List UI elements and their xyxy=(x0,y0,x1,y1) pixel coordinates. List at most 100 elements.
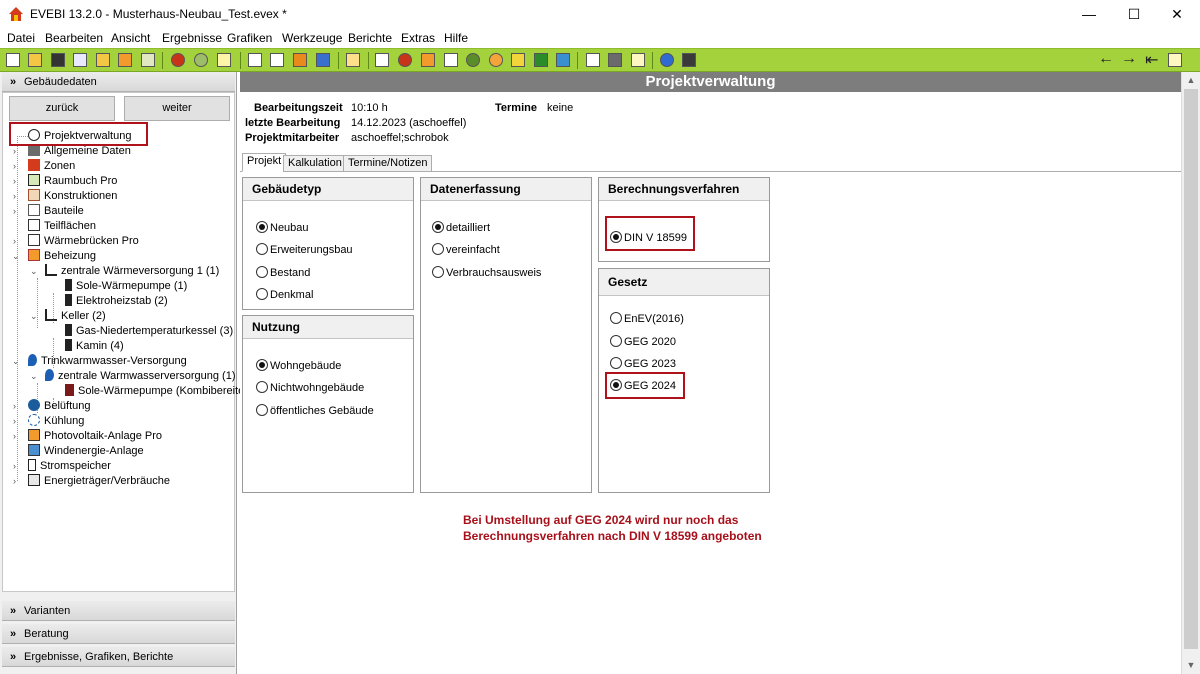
menu-datei[interactable]: Datei xyxy=(7,31,35,45)
radio-detailliert[interactable]: detailliert xyxy=(432,221,490,234)
tree-item-windenergie[interactable]: Windenergie-Anlage xyxy=(28,444,144,458)
radio-geg-2020[interactable]: GEG 2020 xyxy=(610,335,676,348)
map-icon[interactable] xyxy=(556,53,570,67)
menu-ansicht[interactable]: Ansicht xyxy=(111,31,150,45)
tree-item-teilflaechen[interactable]: Teilflächen xyxy=(28,219,96,233)
menu-berichte[interactable]: Berichte xyxy=(348,31,392,45)
collapse-icon[interactable]: ⌄ xyxy=(12,251,20,262)
pin-arrow-icon[interactable]: ⇤ xyxy=(1145,50,1158,70)
menu-hilfe[interactable]: Hilfe xyxy=(444,31,468,45)
expand-icon[interactable]: › xyxy=(13,146,16,156)
window-icon[interactable] xyxy=(421,53,435,67)
back-button[interactable]: zurück xyxy=(9,96,115,121)
expand-icon[interactable]: › xyxy=(13,161,16,171)
expand-icon[interactable]: › xyxy=(13,176,16,186)
tree-item-kamin[interactable]: Kamin (4) xyxy=(65,339,124,353)
tab-kalkulation[interactable]: Kalkulation xyxy=(283,155,347,172)
maximize-button[interactable]: ☐ xyxy=(1111,0,1157,29)
tree-item-belueftung[interactable]: Belüftung xyxy=(28,399,90,413)
menu-bearbeiten[interactable]: Bearbeiten xyxy=(45,31,103,45)
copy-icon[interactable] xyxy=(73,53,87,67)
radio-enev-2016[interactable]: EnEV(2016) xyxy=(610,312,684,325)
tree-item-gas-niedertemperaturkessel[interactable]: Gas-Niedertemperaturkessel (3) xyxy=(65,324,233,338)
expand-icon[interactable]: › xyxy=(13,401,16,411)
scrollbar-thumb[interactable] xyxy=(1184,89,1198,649)
expand-icon[interactable]: › xyxy=(13,236,16,246)
tree-item-zentrale-waermeversorgung[interactable]: zentrale Wärmeversorgung 1 (1) xyxy=(45,264,219,278)
radio-verbrauchsausweis[interactable]: Verbrauchsausweis xyxy=(432,266,541,279)
ventilation-icon[interactable] xyxy=(466,53,480,67)
radio-wohngebaeude[interactable]: Wohngebäude xyxy=(256,359,341,372)
radio-vereinfacht[interactable]: vereinfacht xyxy=(432,243,500,256)
redo-icon[interactable] xyxy=(194,53,208,67)
radio-neubau[interactable]: Neubau xyxy=(256,221,309,234)
export-icon[interactable] xyxy=(96,53,110,67)
close-button[interactable]: ✕ xyxy=(1154,0,1200,29)
tree-item-beheizung[interactable]: Beheizung xyxy=(28,249,96,263)
new-file-icon[interactable] xyxy=(6,53,20,67)
lightning-icon[interactable] xyxy=(511,53,525,67)
tree-item-bauteile[interactable]: Bauteile xyxy=(28,204,84,218)
tree-item-zentrale-warmwasserversorgung[interactable]: zentrale Warmwasserversorgung (1) xyxy=(45,369,235,383)
radio-nichtwohngebaeude[interactable]: Nichtwohngebäude xyxy=(256,381,364,394)
tree-item-energietraeger[interactable]: Energieträger/Verbräuche xyxy=(28,474,170,488)
back-arrow-icon[interactable]: ← xyxy=(1098,50,1114,68)
forward-button[interactable]: weiter xyxy=(124,96,230,121)
film-icon[interactable] xyxy=(608,53,622,67)
notes-icon[interactable] xyxy=(1168,53,1182,67)
tree-item-kuehlung[interactable]: Kühlung xyxy=(28,414,84,428)
sum-icon[interactable] xyxy=(293,53,307,67)
tree-item-zonen[interactable]: Zonen xyxy=(28,159,75,173)
report-icon[interactable] xyxy=(248,53,262,67)
expand-icon[interactable]: › xyxy=(13,461,16,471)
tree-item-konstruktionen[interactable]: Konstruktionen xyxy=(28,189,117,203)
radio-denkmal[interactable]: Denkmal xyxy=(256,288,313,301)
section-ergebnisse[interactable]: » Ergebnisse, Grafiken, Berichte xyxy=(2,647,235,667)
minimize-button[interactable]: — xyxy=(1066,0,1112,29)
collapse-icon[interactable]: ⌄ xyxy=(30,371,38,382)
tree-icon[interactable] xyxy=(346,53,360,67)
menu-werkzeuge[interactable]: Werkzeuge xyxy=(282,31,342,45)
tree-item-waermebruecken-pro[interactable]: Wärmebrücken Pro xyxy=(28,234,139,248)
tab-projekt[interactable]: Projekt xyxy=(242,153,287,172)
expand-icon[interactable]: › xyxy=(13,206,16,216)
radio-oeffentliches-gebaeude[interactable]: öffentliches Gebäude xyxy=(256,404,374,417)
house-green-icon[interactable] xyxy=(534,53,548,67)
expand-icon[interactable]: › xyxy=(13,191,16,201)
collapse-icon[interactable]: ⌄ xyxy=(30,266,38,277)
help-icon[interactable] xyxy=(660,53,674,67)
import-icon[interactable] xyxy=(118,53,132,67)
collapse-icon[interactable]: ⌄ xyxy=(12,356,20,367)
undo-icon[interactable] xyxy=(171,53,185,67)
menu-grafiken[interactable]: Grafiken xyxy=(227,31,272,45)
calc-tool-icon[interactable] xyxy=(141,53,155,67)
radio-erweiterungsbau[interactable]: Erweiterungsbau xyxy=(256,243,353,256)
scroll-up-icon[interactable]: ▲ xyxy=(1182,72,1200,89)
door-icon[interactable] xyxy=(444,53,458,67)
tree-item-sole-waermepumpe-1[interactable]: Sole-Wärmepumpe (1) xyxy=(65,279,187,293)
wizard-icon[interactable] xyxy=(217,53,231,67)
expand-icon[interactable]: › xyxy=(13,416,16,426)
tree-item-keller[interactable]: Keller (2) xyxy=(45,309,106,323)
document-icon[interactable] xyxy=(270,53,284,67)
checklist-icon[interactable] xyxy=(586,53,600,67)
expand-icon[interactable]: › xyxy=(13,431,16,441)
radio-bestand[interactable]: Bestand xyxy=(256,266,310,279)
calculator-icon[interactable] xyxy=(682,53,696,67)
menu-extras[interactable]: Extras xyxy=(401,31,435,45)
expand-icon[interactable]: › xyxy=(13,476,16,486)
tree-item-photovoltaik[interactable]: Photovoltaik-Anlage Pro xyxy=(28,429,162,443)
roof-icon[interactable] xyxy=(398,53,412,67)
section-beratung[interactable]: » Beratung xyxy=(2,624,235,644)
sun-icon[interactable] xyxy=(489,53,503,67)
radio-geg-2023[interactable]: GEG 2023 xyxy=(610,357,676,370)
sum-blue-icon[interactable] xyxy=(316,53,330,67)
tree-item-sole-waermepumpe-kombi[interactable]: Sole-Wärmepumpe (Kombibereiter xyxy=(65,384,248,398)
save-icon[interactable] xyxy=(51,53,65,67)
house-outline-icon[interactable] xyxy=(631,53,645,67)
tree-item-stromspeicher[interactable]: Stromspeicher xyxy=(28,459,111,473)
open-folder-icon[interactable] xyxy=(28,53,42,67)
list-icon[interactable] xyxy=(375,53,389,67)
tree-item-trinkwarmwasser[interactable]: Trinkwarmwasser-Versorgung xyxy=(28,354,187,368)
collapse-icon[interactable]: ⌄ xyxy=(30,311,38,322)
